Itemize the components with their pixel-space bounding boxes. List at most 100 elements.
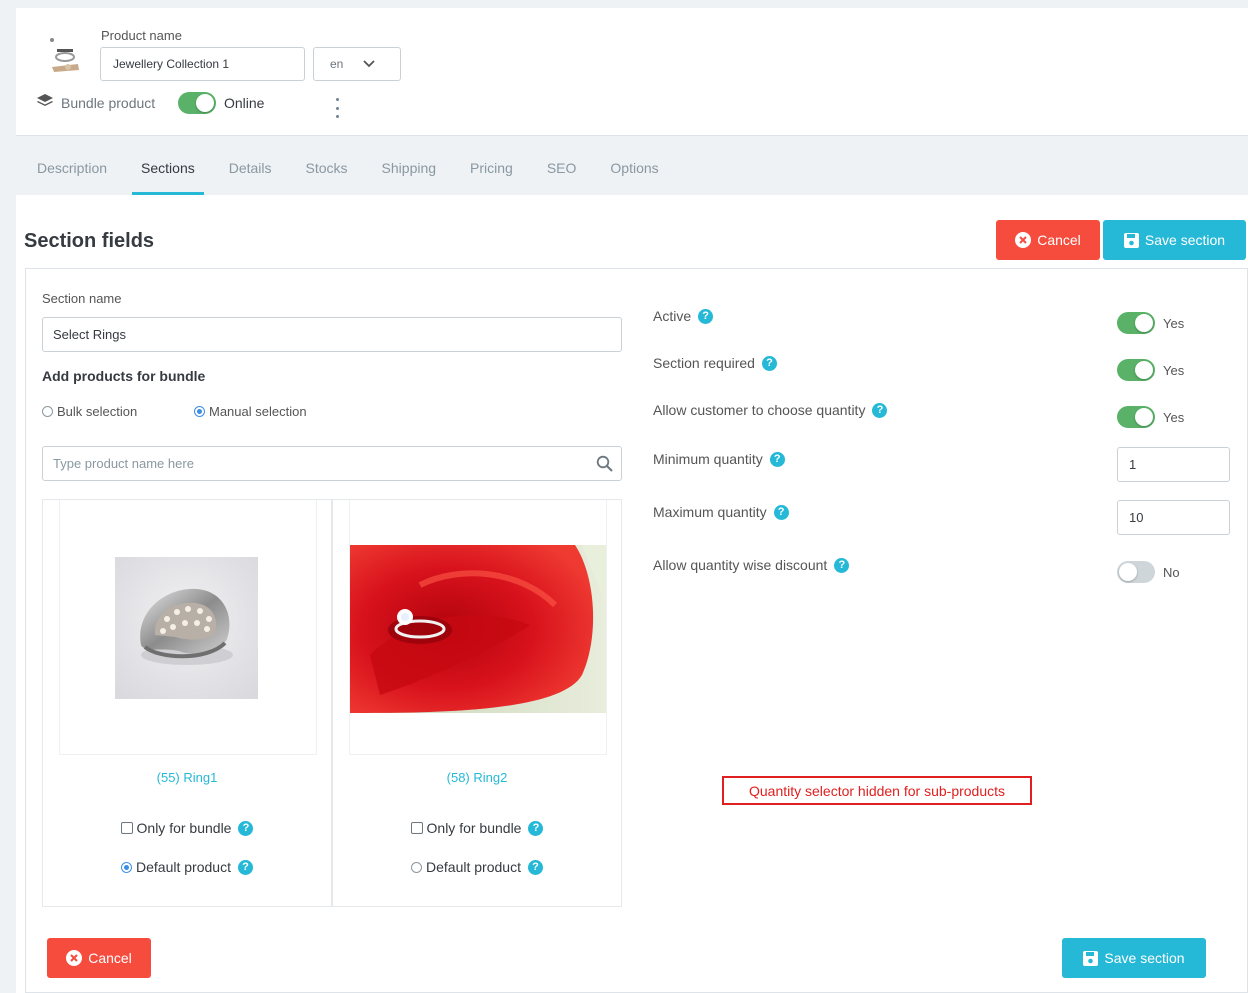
product-search-input[interactable]: Type product name here [42, 446, 622, 481]
help-icon[interactable]: ? [769, 451, 785, 467]
active-label: Active [653, 308, 692, 324]
section-required-label: Section required ? [653, 355, 777, 371]
help-icon[interactable]: ? [834, 557, 850, 573]
tab-shipping[interactable]: Shipping [365, 150, 454, 195]
only-bundle-label: Only for bundle [136, 820, 232, 836]
online-status: Online [178, 92, 264, 114]
maximum-quantity-input[interactable]: 10 [1117, 500, 1230, 535]
choose-quantity-setting: Yes [1117, 406, 1184, 428]
choose-quantity-label: Allow customer to choose quantity ? [653, 402, 888, 418]
tab-details[interactable]: Details [212, 150, 289, 195]
tab-sections[interactable]: Sections [124, 150, 212, 195]
cancel-button-top[interactable]: Cancel [996, 220, 1100, 260]
default-radio[interactable] [121, 861, 133, 873]
only-bundle-label: Only for bundle [426, 820, 522, 836]
product-image-frame [349, 500, 607, 755]
qty-discount-label: Allow quantity wise discount [653, 557, 828, 573]
online-toggle[interactable] [178, 92, 216, 114]
product-image-frame [59, 500, 317, 755]
active-toggle[interactable] [1117, 312, 1155, 334]
annotation-note: Quantity selector hidden for sub-product… [722, 776, 1032, 805]
floppy-disk-icon [1123, 232, 1139, 248]
bulk-selection-label: Bulk selection [57, 404, 138, 419]
search-icon[interactable] [596, 455, 613, 475]
product-thumbnail [46, 34, 84, 80]
maximum-quantity-label: Maximum quantity ? [653, 504, 789, 520]
default-product-label: Default product [426, 859, 521, 875]
save-section-label: Save section [1104, 950, 1185, 966]
tab-options[interactable]: Options [593, 150, 675, 195]
default-product-ring2[interactable]: Default product ? [333, 859, 621, 875]
close-circle-icon [66, 950, 83, 966]
section-panel: Section fields Cancel Save section Secti… [16, 195, 1248, 993]
bulk-radio-circle [42, 406, 53, 417]
active-setting: Yes [1117, 312, 1184, 334]
only-for-bundle-ring1[interactable]: Only for bundle ? [43, 820, 331, 836]
product-name-label: Product name [101, 28, 182, 43]
only-bundle-checkbox[interactable] [410, 822, 423, 834]
ring2-image [350, 545, 606, 718]
cancel-label: Cancel [88, 950, 132, 966]
default-product-label: Default product [136, 859, 231, 875]
manual-radio-circle [194, 406, 205, 417]
product-name-input[interactable] [100, 47, 305, 81]
section-name-label: Section name [42, 291, 122, 306]
tab-description[interactable]: Description [20, 150, 124, 195]
qty-discount-value: No [1163, 564, 1180, 580]
minimum-quantity-input[interactable]: 1 [1117, 447, 1230, 482]
qty-discount-toggle[interactable] [1117, 561, 1155, 583]
quantity-discount-label: Allow quantity wise discount ? [653, 557, 850, 573]
close-circle-icon [1015, 232, 1032, 248]
cancel-button-bottom[interactable]: Cancel [47, 938, 151, 978]
help-icon[interactable]: ? [698, 308, 714, 324]
search-placeholder: Type product name here [53, 456, 194, 471]
help-icon[interactable]: ? [238, 820, 254, 836]
product-card-ring1: (55) Ring1 Only for bundle ? Default pro… [42, 499, 332, 907]
required-toggle[interactable] [1117, 359, 1155, 381]
help-icon[interactable]: ? [872, 402, 888, 418]
only-bundle-checkbox[interactable] [120, 822, 133, 834]
min-qty-label: Minimum quantity [653, 451, 763, 467]
manual-selection-radio[interactable]: Manual selection [194, 404, 307, 419]
help-icon[interactable]: ? [527, 859, 543, 875]
choose-qty-label: Allow customer to choose quantity [653, 402, 866, 418]
product-card-ring2: (58) Ring2 Only for bundle ? Default pro… [332, 499, 622, 907]
language-select[interactable]: en [313, 47, 401, 81]
online-label: Online [224, 95, 265, 111]
save-section-button-top[interactable]: Save section [1103, 220, 1246, 260]
product-header: Product name en Bundle product Online [16, 8, 1248, 136]
bulk-selection-radio[interactable]: Bulk selection [42, 404, 137, 419]
choose-qty-value: Yes [1163, 409, 1185, 425]
help-icon[interactable]: ? [237, 859, 253, 875]
default-radio[interactable] [411, 861, 423, 873]
product-tabs: Description Sections Details Stocks Ship… [20, 150, 676, 195]
default-product-ring1[interactable]: Default product ? [43, 859, 331, 875]
active-setting-label: Active ? [653, 308, 714, 324]
help-icon[interactable]: ? [761, 355, 777, 371]
manual-selection-label: Manual selection [209, 404, 307, 419]
required-label: Section required [653, 355, 755, 371]
quantity-discount-setting: No [1117, 561, 1180, 583]
tab-stocks[interactable]: Stocks [289, 150, 365, 195]
product-link-ring2[interactable]: (58) Ring2 [333, 770, 621, 785]
product-type-label: Bundle product [61, 94, 156, 111]
chevron-down-icon [363, 57, 375, 71]
section-name-input[interactable]: Select Rings [42, 317, 622, 352]
save-section-button-bottom[interactable]: Save section [1062, 938, 1206, 978]
section-name-value: Select Rings [53, 327, 126, 342]
product-link-ring1[interactable]: (55) Ring1 [43, 770, 331, 785]
choose-qty-toggle[interactable] [1117, 406, 1155, 428]
save-section-label: Save section [1144, 232, 1226, 248]
help-icon[interactable]: ? [528, 820, 544, 836]
min-qty-value: 1 [1129, 457, 1137, 472]
max-qty-value: 10 [1129, 510, 1144, 525]
minimum-quantity-label: Minimum quantity ? [653, 451, 785, 467]
only-for-bundle-ring2[interactable]: Only for bundle ? [333, 820, 621, 836]
active-value: Yes [1163, 315, 1185, 331]
tab-seo[interactable]: SEO [530, 150, 594, 195]
floppy-disk-icon [1083, 950, 1099, 966]
section-form: Section name Select Rings Add products f… [25, 268, 1248, 993]
tab-pricing[interactable]: Pricing [453, 150, 530, 195]
kebab-menu-icon[interactable] [334, 98, 340, 118]
help-icon[interactable]: ? [773, 504, 789, 520]
